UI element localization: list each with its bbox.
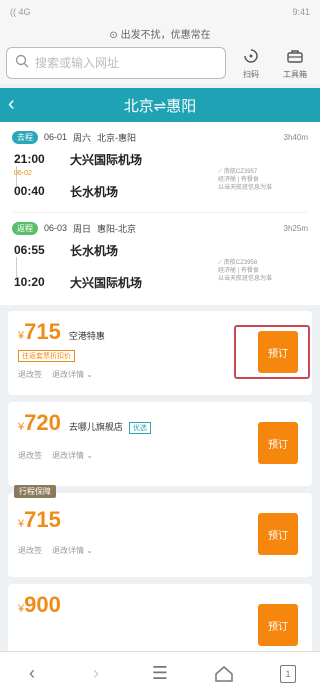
return-leg: 返程 06-03 周日 惠阳-北京 3h25m 06:55 长水机场 ⟋ 南航C…: [12, 212, 308, 295]
book-button[interactable]: 预订: [258, 331, 298, 373]
next-day-date: 06-02: [14, 170, 32, 177]
offer-vendor: 空港特惠: [68, 331, 105, 341]
tabs-button[interactable]: 1: [266, 656, 310, 692]
leg-duration: 3h40m: [283, 132, 308, 142]
guarantee-tag: 行程保障: [14, 485, 56, 498]
search-row: 扫码 工具箱: [0, 42, 320, 84]
leg-date: 06-03: [44, 223, 68, 233]
page-title: 北京⇌惠阳: [123, 97, 197, 115]
status-bar: (( 4G 9:41: [0, 0, 320, 24]
leg-route: 北京-惠阳: [97, 132, 137, 143]
departure-time: 06:55: [14, 243, 45, 257]
back-icon[interactable]: ‹: [10, 656, 54, 692]
leg-duration: 3h25m: [283, 223, 308, 233]
refund-details-link[interactable]: 退改详情 ⌄: [52, 450, 93, 461]
leg-header: 返程 06-03 周日 惠阳-北京 3h25m: [12, 219, 308, 237]
outbound-badge: 去程: [12, 130, 38, 144]
price-value: 900: [24, 592, 61, 617]
refund-details-link[interactable]: 退改详情 ⌄: [52, 545, 93, 556]
signal-indicator: (( 4G: [10, 7, 31, 17]
qr-scan-button[interactable]: 扫码: [232, 47, 270, 80]
notice-text: ⊙ 出发不扰，优惠常在: [109, 29, 211, 41]
book-button[interactable]: 预订: [258, 513, 298, 555]
leg-weekday: 周日: [73, 223, 92, 234]
notice-banner: ⊙ 出发不扰，优惠常在: [0, 24, 320, 42]
departure-airport: 长水机场: [70, 243, 119, 258]
back-arrow-icon[interactable]: ‹: [8, 93, 15, 116]
offer-card[interactable]: 行程保障 ¥ 715 退改签 退改详情 ⌄ 预订: [8, 485, 312, 577]
discount-tag: 往返套票折扣价: [18, 350, 75, 362]
page-header: ‹ 北京⇌惠阳: [0, 88, 320, 122]
arrival-segment: 06-02 00:40 长水机场: [12, 170, 308, 204]
refund-link[interactable]: 退改签: [18, 545, 42, 556]
preferred-tag: 优选: [128, 422, 151, 434]
offer-vendor: 去哪儿旗舰店: [68, 422, 123, 432]
refund-link[interactable]: 退改签: [18, 369, 42, 380]
flight-info-line: ⟋ 南航CZ3958: [218, 260, 258, 266]
leg-date: 06-01: [44, 132, 68, 142]
outbound-leg: 去程 06-01 周六 北京-惠阳 3h40m 21:00 大兴国际机场 ⟋ 南…: [12, 128, 308, 204]
search-box[interactable]: [6, 47, 226, 79]
search-icon: [15, 54, 29, 73]
price-value: 715: [24, 319, 61, 344]
arrival-time: 10:20: [14, 275, 45, 289]
flight-info-line: ⟋ 南航CZ3957: [218, 169, 258, 175]
qr-label: 扫码: [243, 69, 259, 79]
offer-card[interactable]: ¥ 720 去哪儿旗舰店 优选 退改签 退改详情 ⌄ 预订: [8, 402, 312, 486]
home-icon[interactable]: [202, 656, 246, 692]
offer-list: ¥ 715 空港特惠 往返套票折扣价 退改签 退改详情 ⌄ 预订 ¥ 720 去…: [0, 305, 320, 668]
departure-segment: 21:00 大兴国际机场 ⟋ 南航CZ3957 经济舱 | 有餐食 以当天航班信…: [12, 146, 308, 191]
bottom-nav: ‹ › ☰ 1: [0, 651, 320, 695]
leg-header: 去程 06-01 周六 北京-惠阳 3h40m: [12, 128, 308, 146]
leg-weekday: 周六: [73, 132, 92, 143]
departure-segment: 06:55 长水机场 ⟋ 南航CZ3958 经济舱 | 有餐食 以当天航班信息为…: [12, 237, 308, 282]
status-right: 9:41: [292, 7, 310, 17]
arrival-segment: 10:20 大兴国际机场: [12, 269, 308, 295]
toolbox-label: 工具箱: [283, 69, 307, 79]
scan-icon: [242, 47, 260, 67]
refund-details-link[interactable]: 退改详情 ⌄: [52, 369, 93, 380]
price-value: 720: [24, 410, 61, 435]
toolbox-button[interactable]: 工具箱: [276, 47, 314, 80]
tab-count: 1: [280, 664, 296, 683]
departure-time: 21:00: [14, 152, 45, 166]
return-badge: 返程: [12, 221, 38, 235]
toolbox-icon: [286, 47, 304, 67]
arrival-airport: 长水机场: [70, 184, 119, 199]
book-button[interactable]: 预订: [258, 422, 298, 464]
offer-card[interactable]: ¥ 715 空港特惠 往返套票折扣价 退改签 退改详情 ⌄ 预订: [8, 311, 312, 395]
arrival-time: 00:40: [14, 184, 45, 198]
menu-icon[interactable]: ☰: [138, 656, 182, 692]
arrival-airport: 大兴国际机场: [70, 275, 143, 290]
itinerary-card: 去程 06-01 周六 北京-惠阳 3h40m 21:00 大兴国际机场 ⟋ 南…: [0, 122, 320, 305]
search-input[interactable]: [35, 56, 217, 70]
clock: 9:41: [292, 7, 310, 17]
leg-route: 惠阳-北京: [97, 223, 137, 234]
refund-link[interactable]: 退改签: [18, 450, 42, 461]
book-button[interactable]: 预订: [258, 604, 298, 646]
forward-icon[interactable]: ›: [74, 656, 118, 692]
price-value: 715: [24, 507, 61, 532]
departure-airport: 大兴国际机场: [70, 152, 143, 167]
